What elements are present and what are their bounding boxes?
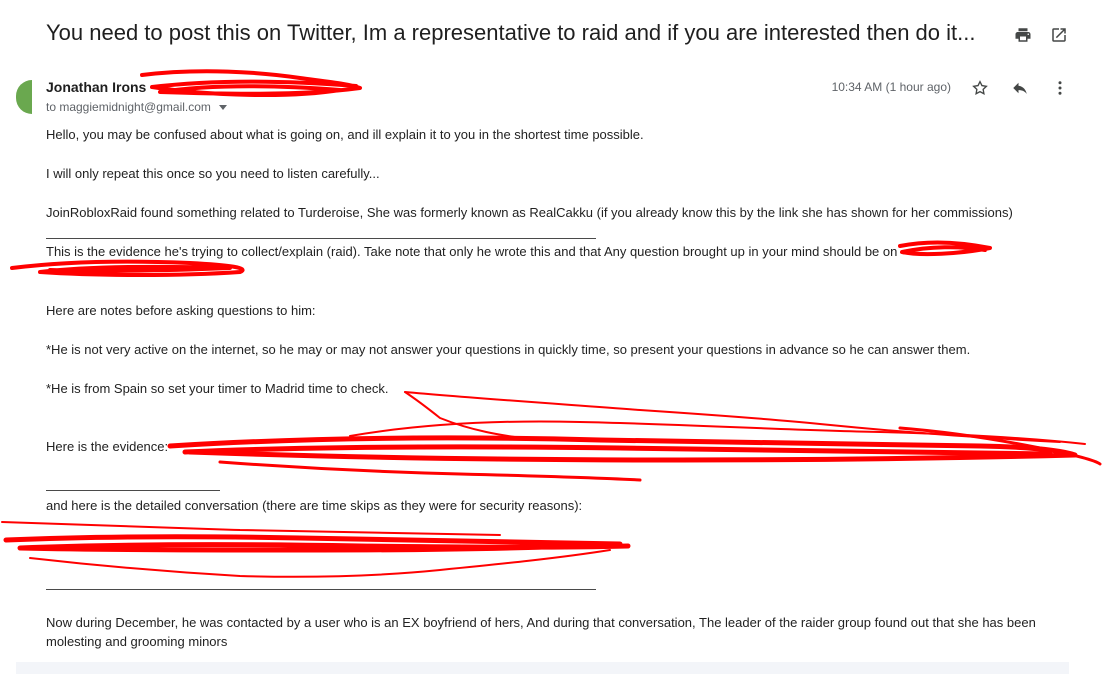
- message-time: 10:34 AM (1 hour ago): [831, 80, 951, 94]
- divider: [46, 589, 596, 590]
- body-paragraph-10: Now during December, he was contacted by…: [46, 615, 1036, 630]
- recipient-text: to maggiemidnight@gmail.com: [46, 100, 211, 114]
- email-subject: You need to post this on Twitter, Im a r…: [46, 20, 976, 45]
- body-paragraph-4: This is the evidence he's trying to coll…: [46, 244, 898, 259]
- body-paragraph-1: Hello, you may be confused about what is…: [46, 127, 644, 142]
- more-vertical-icon[interactable]: [1050, 78, 1070, 98]
- body-paragraph-7: *He is from Spain so set your timer to M…: [46, 381, 389, 396]
- divider: [46, 490, 220, 491]
- open-in-new-window-icon[interactable]: [1049, 25, 1069, 45]
- print-icon[interactable]: [1013, 25, 1033, 45]
- body-paragraph-11: molesting and grooming minors: [46, 634, 228, 649]
- body-paragraph-9: and here is the detailed conversation (t…: [46, 498, 583, 513]
- body-paragraph-5: Here are notes before asking questions t…: [46, 303, 316, 318]
- recipient-line[interactable]: to maggiemidnight@gmail.com: [46, 100, 227, 114]
- chevron-down-icon[interactable]: [218, 104, 227, 110]
- body-paragraph-2: I will only repeat this once so you need…: [46, 166, 380, 181]
- message-footer-bar: [16, 662, 1069, 674]
- body-paragraph-3: JoinRobloxRaid found something related t…: [46, 205, 1013, 220]
- star-icon[interactable]: [970, 78, 990, 98]
- sender-name[interactable]: Jonathan Irons: [46, 79, 146, 95]
- avatar[interactable]: [16, 80, 32, 114]
- divider: [46, 238, 596, 239]
- reply-icon[interactable]: [1010, 78, 1030, 98]
- body-paragraph-8: Here is the evidence:: [46, 439, 169, 454]
- body-paragraph-6: *He is not very active on the internet, …: [46, 342, 971, 357]
